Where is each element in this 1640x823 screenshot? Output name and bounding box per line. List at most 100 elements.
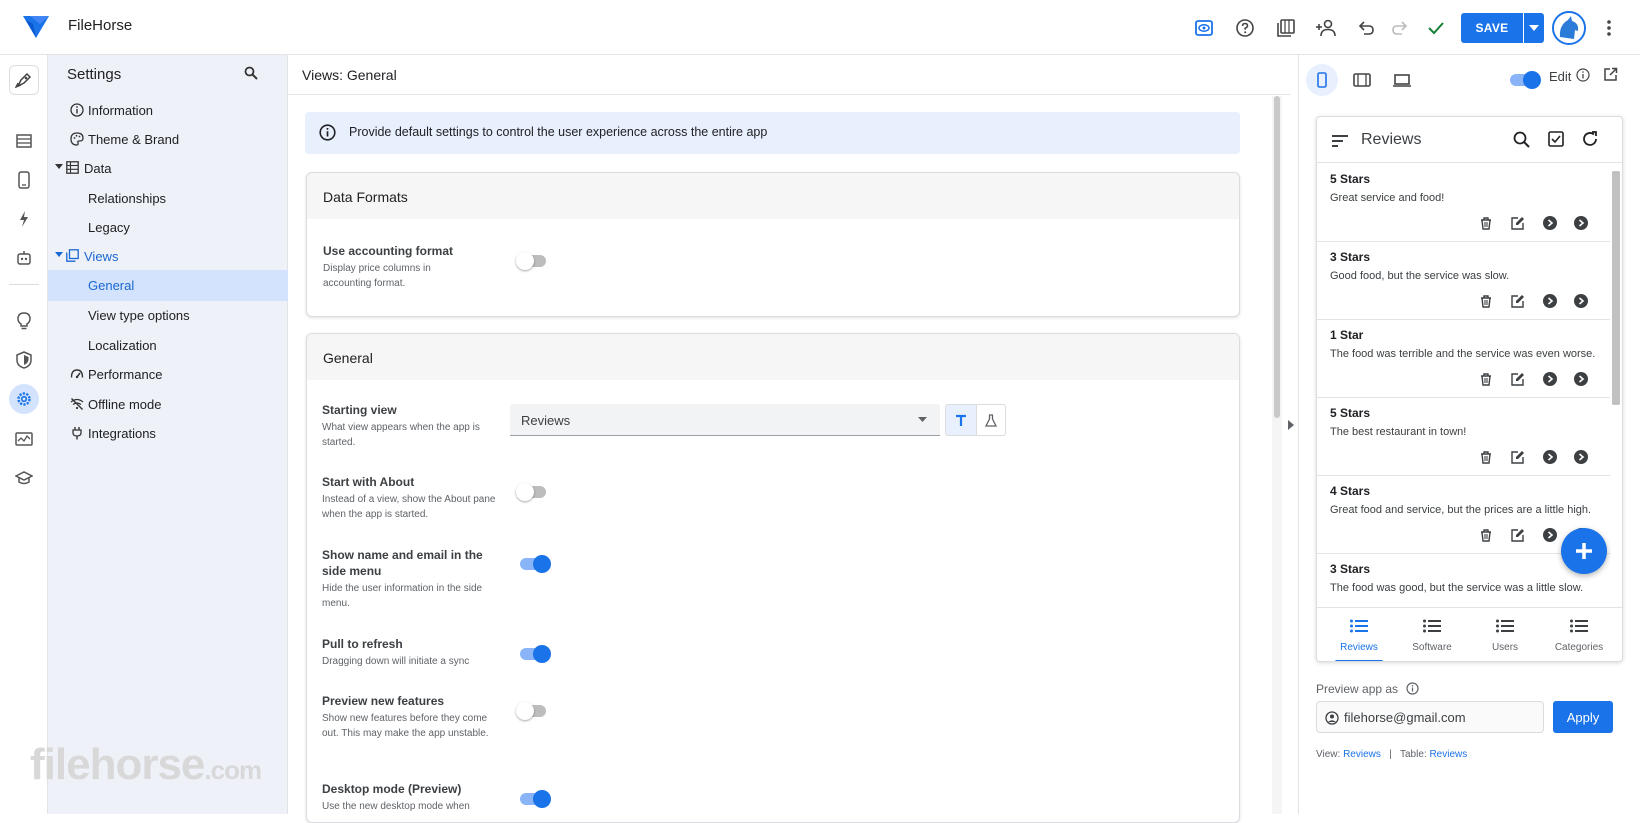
save-dropdown-button[interactable] bbox=[1524, 13, 1544, 43]
start-with-about-toggle[interactable] bbox=[516, 483, 546, 501]
nav-item-view-type-options[interactable]: View type options bbox=[48, 300, 288, 330]
list-icon bbox=[1423, 619, 1441, 633]
action-arrow-icon[interactable] bbox=[1542, 449, 1558, 465]
preview-email-field[interactable]: filehorse@gmail.com bbox=[1316, 701, 1544, 733]
open-in-new-icon[interactable] bbox=[1603, 67, 1618, 82]
apply-button[interactable]: Apply bbox=[1553, 701, 1613, 733]
action-arrow-icon[interactable] bbox=[1542, 215, 1558, 231]
tab-reviews[interactable]: Reviews bbox=[1321, 608, 1397, 661]
edit-mode-toggle[interactable] bbox=[1508, 71, 1541, 89]
edit-icon[interactable] bbox=[1510, 449, 1526, 465]
rail-bot-icon[interactable] bbox=[9, 243, 39, 273]
versions-icon[interactable] bbox=[1274, 16, 1298, 40]
delete-icon[interactable] bbox=[1478, 527, 1494, 543]
app-name: FileHorse bbox=[68, 17, 133, 34]
rail-intelligence-icon[interactable] bbox=[9, 306, 39, 336]
pull-to-refresh-toggle[interactable] bbox=[518, 645, 551, 663]
list-item[interactable]: 1 Star The food was terrible and the ser… bbox=[1317, 320, 1610, 398]
nav-item-theme-brand[interactable]: Theme & Brand bbox=[48, 124, 288, 154]
nav-item-legacy[interactable]: Legacy bbox=[48, 212, 288, 242]
delete-icon[interactable] bbox=[1478, 449, 1494, 465]
tab-software[interactable]: Software bbox=[1394, 608, 1470, 661]
detail-arrow-icon[interactable] bbox=[1573, 293, 1589, 309]
checkmark-icon[interactable] bbox=[1424, 16, 1448, 40]
undo-icon[interactable] bbox=[1354, 16, 1378, 40]
nav-item-views[interactable]: Views bbox=[48, 241, 288, 271]
detail-arrow-icon[interactable] bbox=[1573, 371, 1589, 387]
text-format-icon[interactable] bbox=[945, 404, 977, 436]
avatar[interactable] bbox=[1552, 11, 1586, 45]
chevron-down-icon bbox=[1529, 25, 1539, 31]
add-user-icon[interactable] bbox=[1314, 16, 1338, 40]
desktop-mode-toggle[interactable] bbox=[518, 790, 551, 808]
redo-icon[interactable] bbox=[1388, 16, 1412, 40]
starting-view-select[interactable]: Reviews bbox=[510, 404, 940, 436]
delete-icon[interactable] bbox=[1478, 215, 1494, 231]
preview-new-features-toggle[interactable] bbox=[516, 702, 546, 720]
search-icon[interactable] bbox=[244, 66, 258, 80]
rail-learn-icon[interactable] bbox=[9, 463, 39, 493]
preview-eye-icon[interactable] bbox=[1192, 16, 1216, 40]
tablet-device-icon[interactable] bbox=[1346, 64, 1378, 96]
rail-settings-icon[interactable] bbox=[9, 384, 39, 414]
collapse-handle-icon[interactable] bbox=[1288, 420, 1294, 430]
more-vert-icon[interactable] bbox=[1597, 16, 1621, 40]
select-check-icon[interactable] bbox=[1548, 131, 1564, 147]
rail-get-started-icon[interactable] bbox=[9, 65, 39, 95]
nav-item-label: Legacy bbox=[88, 220, 130, 235]
info-icon[interactable] bbox=[1576, 68, 1590, 82]
action-arrow-icon[interactable] bbox=[1542, 527, 1558, 543]
help-icon[interactable] bbox=[1233, 16, 1257, 40]
desktop-device-icon[interactable] bbox=[1386, 64, 1418, 96]
edit-icon[interactable] bbox=[1510, 371, 1526, 387]
preview-footer: View: Reviews | Table: Reviews bbox=[1316, 749, 1468, 760]
search-icon[interactable] bbox=[1513, 131, 1530, 148]
rail-security-icon[interactable] bbox=[9, 345, 39, 375]
nav-item-performance[interactable]: Performance bbox=[48, 359, 288, 389]
list-item[interactable]: 5 Stars The best restaurant in town! bbox=[1317, 398, 1610, 476]
rail-automation-icon[interactable] bbox=[9, 204, 39, 234]
edit-icon[interactable] bbox=[1510, 215, 1526, 231]
tab-categories[interactable]: Categories bbox=[1541, 608, 1617, 661]
rail-app-icon[interactable] bbox=[9, 165, 39, 195]
nav-item-offline-mode[interactable]: Offline mode bbox=[48, 389, 288, 419]
nav-item-integrations[interactable]: Integrations bbox=[48, 418, 288, 448]
nav-item-localization[interactable]: Localization bbox=[48, 330, 288, 360]
account-circle-icon bbox=[1325, 711, 1339, 725]
chevron-down-icon bbox=[918, 417, 927, 422]
rail-data-icon[interactable] bbox=[9, 126, 39, 156]
main-scrollbar-thumb[interactable] bbox=[1274, 96, 1280, 418]
mobile-device-icon[interactable] bbox=[1306, 64, 1338, 96]
nav-item-data[interactable]: Data bbox=[48, 153, 288, 183]
nav-item-relationships[interactable]: Relationships bbox=[48, 183, 288, 213]
appsheet-logo-icon[interactable] bbox=[22, 14, 50, 40]
info-icon[interactable] bbox=[1406, 682, 1419, 695]
caret-down-icon[interactable] bbox=[55, 164, 63, 170]
phone-scrollbar-thumb[interactable] bbox=[1612, 171, 1620, 405]
rail-monitor-icon[interactable] bbox=[9, 424, 39, 454]
table-link[interactable]: Reviews bbox=[1429, 749, 1467, 760]
list-item[interactable]: 3 Stars Good food, but the service was s… bbox=[1317, 242, 1610, 320]
detail-arrow-icon[interactable] bbox=[1573, 449, 1589, 465]
add-fab-button[interactable] bbox=[1561, 528, 1607, 574]
delete-icon[interactable] bbox=[1478, 293, 1494, 309]
edit-icon[interactable] bbox=[1510, 527, 1526, 543]
sort-menu-icon[interactable] bbox=[1332, 135, 1348, 147]
view-link[interactable]: Reviews bbox=[1343, 749, 1381, 760]
action-arrow-icon[interactable] bbox=[1542, 371, 1558, 387]
accounting-format-toggle[interactable] bbox=[516, 252, 546, 270]
edit-icon[interactable] bbox=[1510, 293, 1526, 309]
caret-down-icon[interactable] bbox=[55, 252, 63, 258]
delete-icon[interactable] bbox=[1478, 371, 1494, 387]
list-item[interactable]: 5 Stars Great service and food! bbox=[1317, 164, 1610, 242]
detail-arrow-icon[interactable] bbox=[1573, 215, 1589, 231]
tab-users[interactable]: Users bbox=[1467, 608, 1543, 661]
save-button[interactable]: SAVE bbox=[1461, 13, 1523, 43]
nav-item-general[interactable]: General bbox=[48, 270, 288, 301]
show-name-email-toggle[interactable] bbox=[518, 555, 551, 573]
table-icon bbox=[66, 161, 80, 175]
nav-item-information[interactable]: Information bbox=[48, 95, 288, 125]
flask-icon[interactable] bbox=[976, 404, 1006, 436]
refresh-icon[interactable] bbox=[1581, 130, 1599, 148]
action-arrow-icon[interactable] bbox=[1542, 293, 1558, 309]
